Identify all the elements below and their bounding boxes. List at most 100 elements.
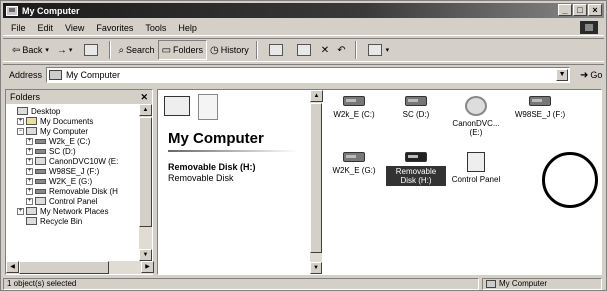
close-button[interactable]: ×: [588, 4, 602, 16]
tree-item[interactable]: Desktop: [8, 106, 136, 116]
drive-item[interactable]: Control Panel: [446, 152, 506, 184]
expand-toggle-icon[interactable]: +: [26, 177, 33, 185]
folders-horizontal-scrollbar[interactable]: ◀ ▶: [6, 261, 154, 274]
computer-icon: [26, 127, 37, 135]
tree-item[interactable]: + My Documents: [8, 116, 136, 126]
expand-toggle-icon[interactable]: +: [26, 167, 33, 175]
tree-item-label: My Documents: [40, 116, 94, 126]
expand-toggle-icon[interactable]: +: [26, 197, 33, 205]
up-folder-icon: [84, 44, 99, 56]
tree-item[interactable]: + W2k_E (C:): [8, 136, 136, 146]
move-to-icon: [268, 44, 283, 56]
toolbar: ⇦ Back ▾ → ▾ ⌕ Search ▭ Folders ◷ Histor…: [3, 38, 604, 62]
go-arrow-icon: ➜: [580, 69, 589, 81]
expand-toggle-icon[interactable]: +: [26, 137, 33, 145]
close-icon[interactable]: ✕: [140, 92, 148, 103]
folder-icon: [26, 117, 37, 125]
expand-toggle-icon[interactable]: −: [17, 127, 24, 135]
move-to-button[interactable]: [262, 40, 290, 60]
up-folder-button[interactable]: [77, 40, 105, 60]
copy-to-icon: [296, 44, 311, 56]
drive-label: SC (D:): [402, 110, 430, 119]
menu-help[interactable]: Help: [178, 23, 197, 33]
tree-item-label: Removable Disk (H: [49, 186, 118, 196]
folders-header: Folders ✕: [6, 90, 152, 104]
menu-view[interactable]: View: [65, 23, 84, 33]
drive-item[interactable]: W2k_E (C:): [324, 96, 384, 119]
selected-item-type: Removable Disk: [168, 173, 234, 183]
scroll-right-button[interactable]: ▶: [141, 261, 154, 273]
expand-toggle-icon[interactable]: +: [26, 157, 33, 165]
tree-item[interactable]: − My Computer: [8, 126, 136, 136]
scroll-thumb[interactable]: [19, 261, 109, 274]
drive-item[interactable]: W98SE_J (F:): [510, 96, 570, 119]
scroll-thumb[interactable]: [139, 117, 152, 227]
folders-label: Folders: [173, 45, 204, 55]
scroll-up-button[interactable]: ▲: [310, 90, 323, 102]
drive-icon: [343, 152, 365, 162]
tree-item[interactable]: + CanonDVC10W (E:: [8, 156, 136, 166]
tree-item[interactable]: + W2K_E (G:): [8, 176, 136, 186]
scroll-thumb[interactable]: [310, 103, 322, 253]
drive-label: W2k_E (C:): [333, 110, 375, 119]
drive-item[interactable]: CanonDVC... (E:): [446, 96, 506, 137]
menu-edit[interactable]: Edit: [38, 23, 54, 33]
expand-toggle-icon[interactable]: +: [17, 207, 24, 215]
control-panel-icon: [35, 197, 46, 205]
toolbar-separator: [109, 41, 112, 59]
info-divider: [168, 150, 298, 152]
minimize-button[interactable]: _: [558, 4, 572, 16]
delete-button[interactable]: ✕: [318, 40, 334, 60]
menu-file[interactable]: File: [11, 23, 26, 33]
folders-button[interactable]: ▭ Folders: [157, 40, 208, 60]
computer-icon: [164, 96, 190, 116]
views-button[interactable]: ▾: [361, 40, 395, 60]
search-button[interactable]: ⌕ Search: [115, 40, 157, 60]
scroll-down-button[interactable]: ▼: [139, 249, 152, 261]
title-bar[interactable]: My Computer _ □ ×: [3, 3, 604, 18]
views-icon: [367, 44, 382, 56]
folders-pane: Folders ✕ Desktop + My Documents − My Comput…: [5, 89, 154, 275]
selected-item-name: Removable Disk (H:): [168, 162, 256, 172]
address-dropdown-button[interactable]: ▼: [556, 69, 569, 81]
document-icon: [198, 94, 218, 120]
undo-button[interactable]: ↶: [334, 40, 350, 60]
scroll-up-button[interactable]: ▲: [139, 104, 152, 116]
drive-item[interactable]: SC (D:): [386, 96, 446, 119]
drive-icon: [529, 96, 551, 106]
windows-logo-icon: [580, 21, 598, 34]
expand-toggle-icon[interactable]: +: [26, 187, 33, 195]
drive-label: W2K_E (G:): [332, 166, 376, 175]
tree-item[interactable]: Recycle Bin: [8, 216, 136, 226]
history-button[interactable]: ◷ History: [207, 40, 252, 60]
menu-tools[interactable]: Tools: [145, 23, 166, 33]
expand-toggle-icon[interactable]: +: [17, 117, 24, 125]
address-input[interactable]: My Computer ▼: [46, 67, 571, 83]
window-title: My Computer: [22, 5, 80, 16]
scroll-left-button[interactable]: ◀: [6, 261, 19, 273]
tree-item[interactable]: + W98SE_J (F:): [8, 166, 136, 176]
status-left-text: 1 object(s) selected: [7, 279, 77, 288]
tree-item[interactable]: + My Network Places: [8, 206, 136, 216]
tree-item-label: Recycle Bin: [40, 216, 83, 226]
drive-icon: [405, 96, 427, 106]
folders-vertical-scrollbar[interactable]: ▲ ▼: [139, 104, 152, 261]
back-button[interactable]: ⇦ Back ▾: [9, 40, 54, 60]
content-vertical-scrollbar[interactable]: ▲ ▼: [310, 90, 323, 274]
copy-to-button[interactable]: [290, 40, 318, 60]
toolbar-separator: [354, 41, 357, 59]
tree-item[interactable]: + SC (D:): [8, 146, 136, 156]
drive-item[interactable]: Removable Disk (H:): [386, 152, 446, 186]
maximize-button[interactable]: □: [573, 4, 587, 16]
go-button[interactable]: ➜ Go: [580, 70, 602, 81]
drive-item[interactable]: W2K_E (G:): [324, 152, 384, 175]
tree-item[interactable]: + Removable Disk (H: [8, 186, 136, 196]
scroll-down-button[interactable]: ▼: [310, 262, 322, 274]
expand-toggle-icon[interactable]: +: [26, 147, 33, 155]
menu-favorites[interactable]: Favorites: [96, 23, 133, 33]
chevron-down-icon: ▾: [45, 47, 49, 54]
tree-item[interactable]: + Control Panel: [8, 196, 136, 206]
forward-button[interactable]: → ▾: [54, 40, 78, 60]
folders-title: Folders: [10, 92, 41, 102]
search-label: Search: [126, 45, 155, 55]
